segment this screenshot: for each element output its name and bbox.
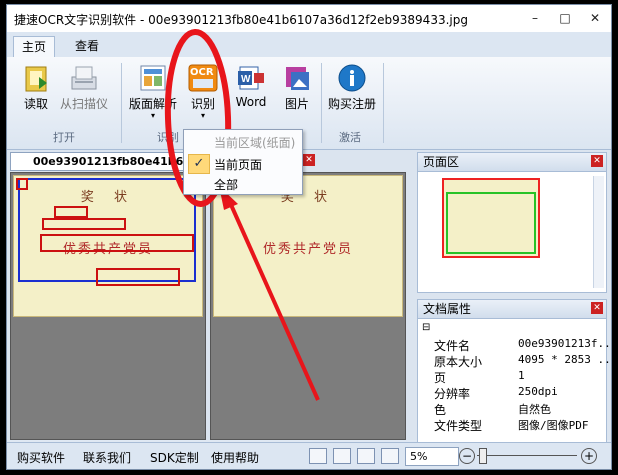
info-icon [337,63,367,93]
svg-text:W: W [241,74,251,85]
zoom-in-icon[interactable]: + [581,448,597,464]
recognize-button[interactable]: OCR 识别 ▾ [183,63,223,120]
group-label-activate: 激活 [339,131,361,144]
word-button[interactable]: W Word [233,63,269,109]
page-panel-header: 页面区 ✕ [417,152,607,172]
scanner-icon [69,63,99,93]
ocr-icon: OCR [188,63,218,93]
menu-item-all[interactable]: 全部 [214,176,238,193]
close-button[interactable]: ✕ [583,9,607,27]
zoom-out-icon[interactable]: − [459,448,475,464]
help-link[interactable]: 使用帮助 [211,449,259,466]
recognized-name: 优秀共产党员 [262,242,353,257]
ribbon: 读取 从扫描仪 版面解析 ▾ OCR 识别 ▾ W Word 图片 购买注册 打… [7,57,611,150]
actual-size-icon[interactable] [357,448,375,464]
layout-dropdown-arrow[interactable]: ▾ [125,112,181,120]
maximize-button[interactable]: □ [553,9,577,27]
layout-icon [138,63,168,93]
recognize-dropdown-arrow[interactable]: ▾ [183,112,223,120]
page-thumbnail-area [417,172,607,293]
recognize-dropdown-menu: 当前区域(纸面) ✓ 当前页面 全部 [183,129,303,195]
page-thumbnail[interactable] [442,178,540,258]
right-panels: 页面区 ✕ 文档属性 ✕ ⊟ 文件名 00e93901213f... 原本大小 40… [417,152,611,449]
group-label-open: 打开 [53,131,75,144]
word-icon: W [236,63,266,93]
ocr-region-box[interactable] [18,178,196,282]
menu-item-current-page[interactable]: 当前页面 [214,156,262,173]
group-label-recognize: 识别 [157,131,179,144]
result-pane[interactable]: 奖 状 优秀共产党员 [210,172,406,440]
status-bar: 购买软件 联系我们 SDK定制 使用帮助 5% − + [7,442,611,469]
folder-icon [21,63,51,93]
image-icon [282,63,312,93]
checkmark-icon: ✓ [188,154,210,174]
ocr-region-box[interactable] [40,234,194,252]
buy-register-button[interactable]: 购买注册 [325,63,379,112]
sdk-custom-link[interactable]: SDK定制 [150,449,199,466]
layout-analysis-button[interactable]: 版面解析 ▾ [125,63,181,120]
source-image-pane[interactable]: 奖 状 优秀共产党员 [10,172,206,440]
thumbnail-scrollbar[interactable] [593,176,604,288]
tab-view[interactable]: 查看 [67,36,107,56]
window-title: 捷速OCR文字识别软件 - 00e93901213fb80e41b6107a36… [14,13,468,27]
fit-width-icon[interactable] [333,448,351,464]
close-page-panel-icon[interactable]: ✕ [591,155,603,167]
properties-panel-header: 文档属性 ✕ [417,299,607,319]
title-bar: 捷速OCR文字识别软件 - 00e93901213fb80e41b6107a36… [7,5,611,32]
ocr-region-box[interactable] [42,218,126,230]
fit-page-icon[interactable] [309,448,327,464]
minimize-button[interactable]: – [523,9,547,27]
buy-software-link[interactable]: 购买软件 [17,449,65,466]
menu-item-current-region[interactable]: 当前区域(纸面) [214,134,295,151]
scan-button[interactable]: 从扫描仪 [57,63,111,112]
zoom-slider-thumb[interactable] [479,448,487,464]
image-button[interactable]: 图片 [279,63,315,112]
page-panel-title: 页面区 [423,155,460,169]
ocr-region-box[interactable] [54,206,88,218]
properties-table: ⊟ 文件名 00e93901213f... 原本大小 4095 * 2853 ...… [417,319,611,449]
collapse-icon[interactable]: ⊟ [422,322,430,333]
close-doc-tab-icon[interactable]: ✕ [303,154,315,166]
zoom-select[interactable]: 5% [405,447,459,466]
certificate-image: 奖 状 优秀共产党员 [13,175,203,317]
ribbon-separator [321,63,322,143]
contact-us-link[interactable]: 联系我们 [83,449,131,466]
app-window: 捷速OCR文字识别软件 - 00e93901213fb80e41b6107a36… [6,4,612,470]
workspace: 00e93901213fb80e41b6107a36d12f2eb9389433… [7,150,611,449]
properties-panel-title: 文档属性 [423,302,472,316]
ocr-region-box[interactable] [16,178,28,190]
close-properties-panel-icon[interactable]: ✕ [591,302,603,314]
tab-home[interactable]: 主页 [13,36,56,57]
read-button[interactable]: 读取 [19,63,53,112]
single-page-icon[interactable] [381,448,399,464]
ribbon-separator [383,63,384,143]
zoom-slider-track[interactable] [477,455,577,456]
ribbon-tab-row: 主页 查看 [7,32,611,58]
ocr-region-box[interactable] [96,268,180,286]
recognized-certificate: 奖 状 优秀共产党员 [213,175,403,317]
ribbon-separator [121,63,122,143]
